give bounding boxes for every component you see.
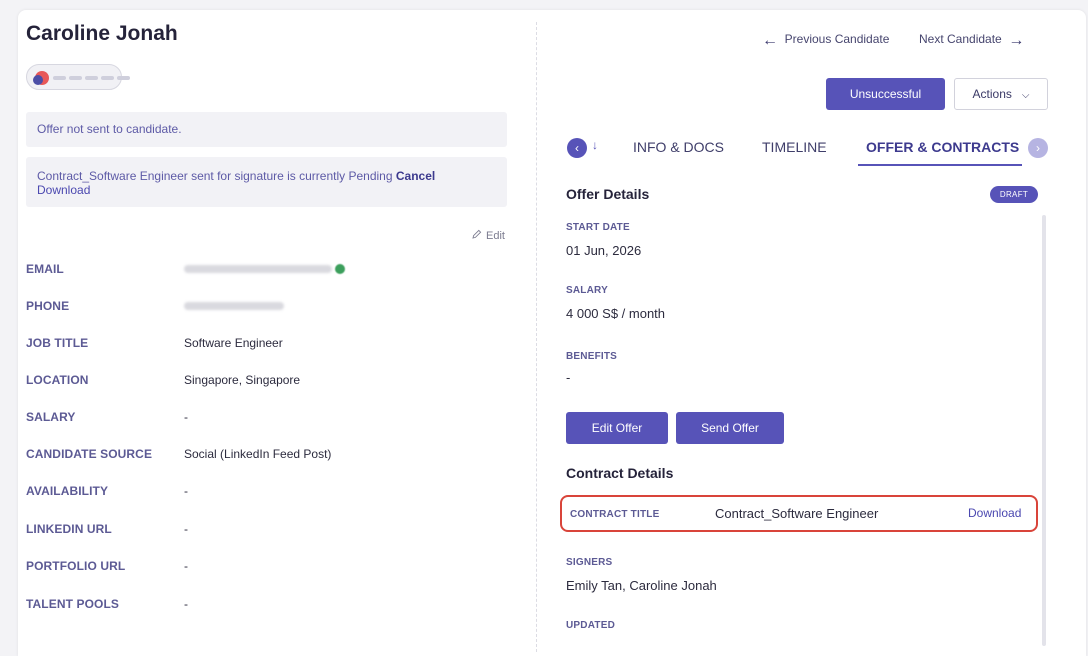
- contract-title-label: CONTRACT TITLE: [570, 509, 660, 520]
- edit-offer-button[interactable]: Edit Offer: [566, 412, 668, 444]
- tab-timeline[interactable]: TIMELINE: [762, 139, 827, 155]
- signers-value: Emily Tan, Caroline Jonah: [566, 578, 717, 593]
- field-value: Social (LinkedIn Feed Post): [184, 447, 332, 461]
- field-label: EMAIL: [26, 262, 64, 276]
- offer-details-title: Offer Details: [566, 186, 650, 202]
- field-value: Software Engineer: [184, 336, 283, 350]
- arrow-left-icon: ←: [762, 32, 778, 49]
- benefits-value: -: [566, 370, 571, 385]
- field-value: -: [184, 522, 188, 536]
- actions-label: Actions: [972, 87, 1012, 101]
- active-tab-indicator: [858, 164, 1022, 166]
- field-value: -: [184, 559, 188, 573]
- tabs-scroll-right-icon[interactable]: ›: [1028, 138, 1048, 158]
- salary-label: SALARY: [566, 285, 608, 296]
- offer-status-text: Offer not sent to candidate.: [37, 122, 182, 136]
- verified-icon: [335, 264, 345, 274]
- field-label: TALENT POOLS: [26, 597, 119, 611]
- candidate-tag-toggle[interactable]: [26, 64, 130, 90]
- previous-candidate-button[interactable]: ← Previous Candidate: [762, 32, 889, 50]
- next-candidate-label: Next Candidate: [919, 32, 1002, 46]
- contract-details-title: Contract Details: [566, 465, 674, 481]
- next-candidate-button[interactable]: Next Candidate →: [919, 32, 1024, 50]
- edit-label: Edit: [486, 230, 505, 242]
- chevron-down-icon: ⌵: [1021, 90, 1030, 101]
- field-value: -: [184, 410, 188, 424]
- field-value: -: [184, 597, 188, 611]
- field-label: JOB TITLE: [26, 336, 89, 350]
- field-value: Singapore, Singapore: [184, 373, 301, 387]
- offer-status-notice: Offer not sent to candidate.: [26, 112, 507, 147]
- field-value: -: [184, 484, 188, 498]
- contract-title-row: CONTRACT TITLE Contract_Software Enginee…: [560, 495, 1038, 532]
- edit-profile-button[interactable]: Edit: [472, 229, 505, 242]
- candidate-name: Caroline Jonah: [26, 22, 178, 45]
- contract-title-value: Contract_Software Engineer: [715, 506, 879, 521]
- signers-label: SIGNERS: [566, 557, 613, 568]
- content-scrollbar[interactable]: [1042, 215, 1046, 646]
- field-label: CANDIDATE SOURCE: [26, 447, 153, 461]
- field-label: PORTFOLIO URL: [26, 559, 126, 573]
- contract-status-text: Contract_Software Engineer sent for sign…: [37, 169, 393, 183]
- unsuccessful-button[interactable]: Unsuccessful: [826, 78, 945, 110]
- download-contract-link[interactable]: Download: [37, 183, 90, 197]
- start-date-value: 01 Jun, 2026: [566, 243, 642, 258]
- field-label: PHONE: [26, 299, 70, 313]
- benefits-label: BENEFITS: [566, 351, 618, 362]
- start-date-label: START DATE: [566, 222, 630, 233]
- sort-down-icon[interactable]: ↓: [592, 138, 598, 152]
- field-label: LOCATION: [26, 373, 89, 387]
- contract-status-notice: Contract_Software Engineer sent for sign…: [26, 157, 507, 207]
- phone-value-redacted: [184, 299, 284, 313]
- field-label: LINKEDIN URL: [26, 522, 112, 536]
- pencil-icon: [472, 229, 482, 242]
- send-offer-button[interactable]: Send Offer: [676, 412, 784, 444]
- email-value-redacted: [184, 262, 345, 276]
- arrow-right-icon: →: [1008, 32, 1025, 49]
- tag-placeholder-bars: [53, 76, 130, 80]
- cancel-contract-link[interactable]: Cancel: [396, 169, 435, 183]
- salary-value: 4 000 S$ / month: [566, 306, 666, 321]
- tab-offer-contracts[interactable]: OFFER & CONTRACTS: [866, 139, 1019, 155]
- panel-divider: [536, 22, 537, 652]
- tabs-scroll-left-icon[interactable]: ‹: [567, 138, 587, 158]
- actions-dropdown-button[interactable]: Actions ⌵: [954, 78, 1048, 110]
- draft-status-badge: DRAFT: [990, 186, 1038, 203]
- previous-candidate-label: Previous Candidate: [784, 32, 890, 46]
- tab-info-docs[interactable]: INFO & DOCS: [633, 139, 724, 155]
- field-label: SALARY: [26, 410, 76, 424]
- blue-dot-icon: [33, 75, 43, 85]
- field-label: AVAILABILITY: [26, 484, 109, 498]
- updated-label: UPDATED: [566, 620, 615, 631]
- contract-download-link[interactable]: Download: [968, 506, 1021, 520]
